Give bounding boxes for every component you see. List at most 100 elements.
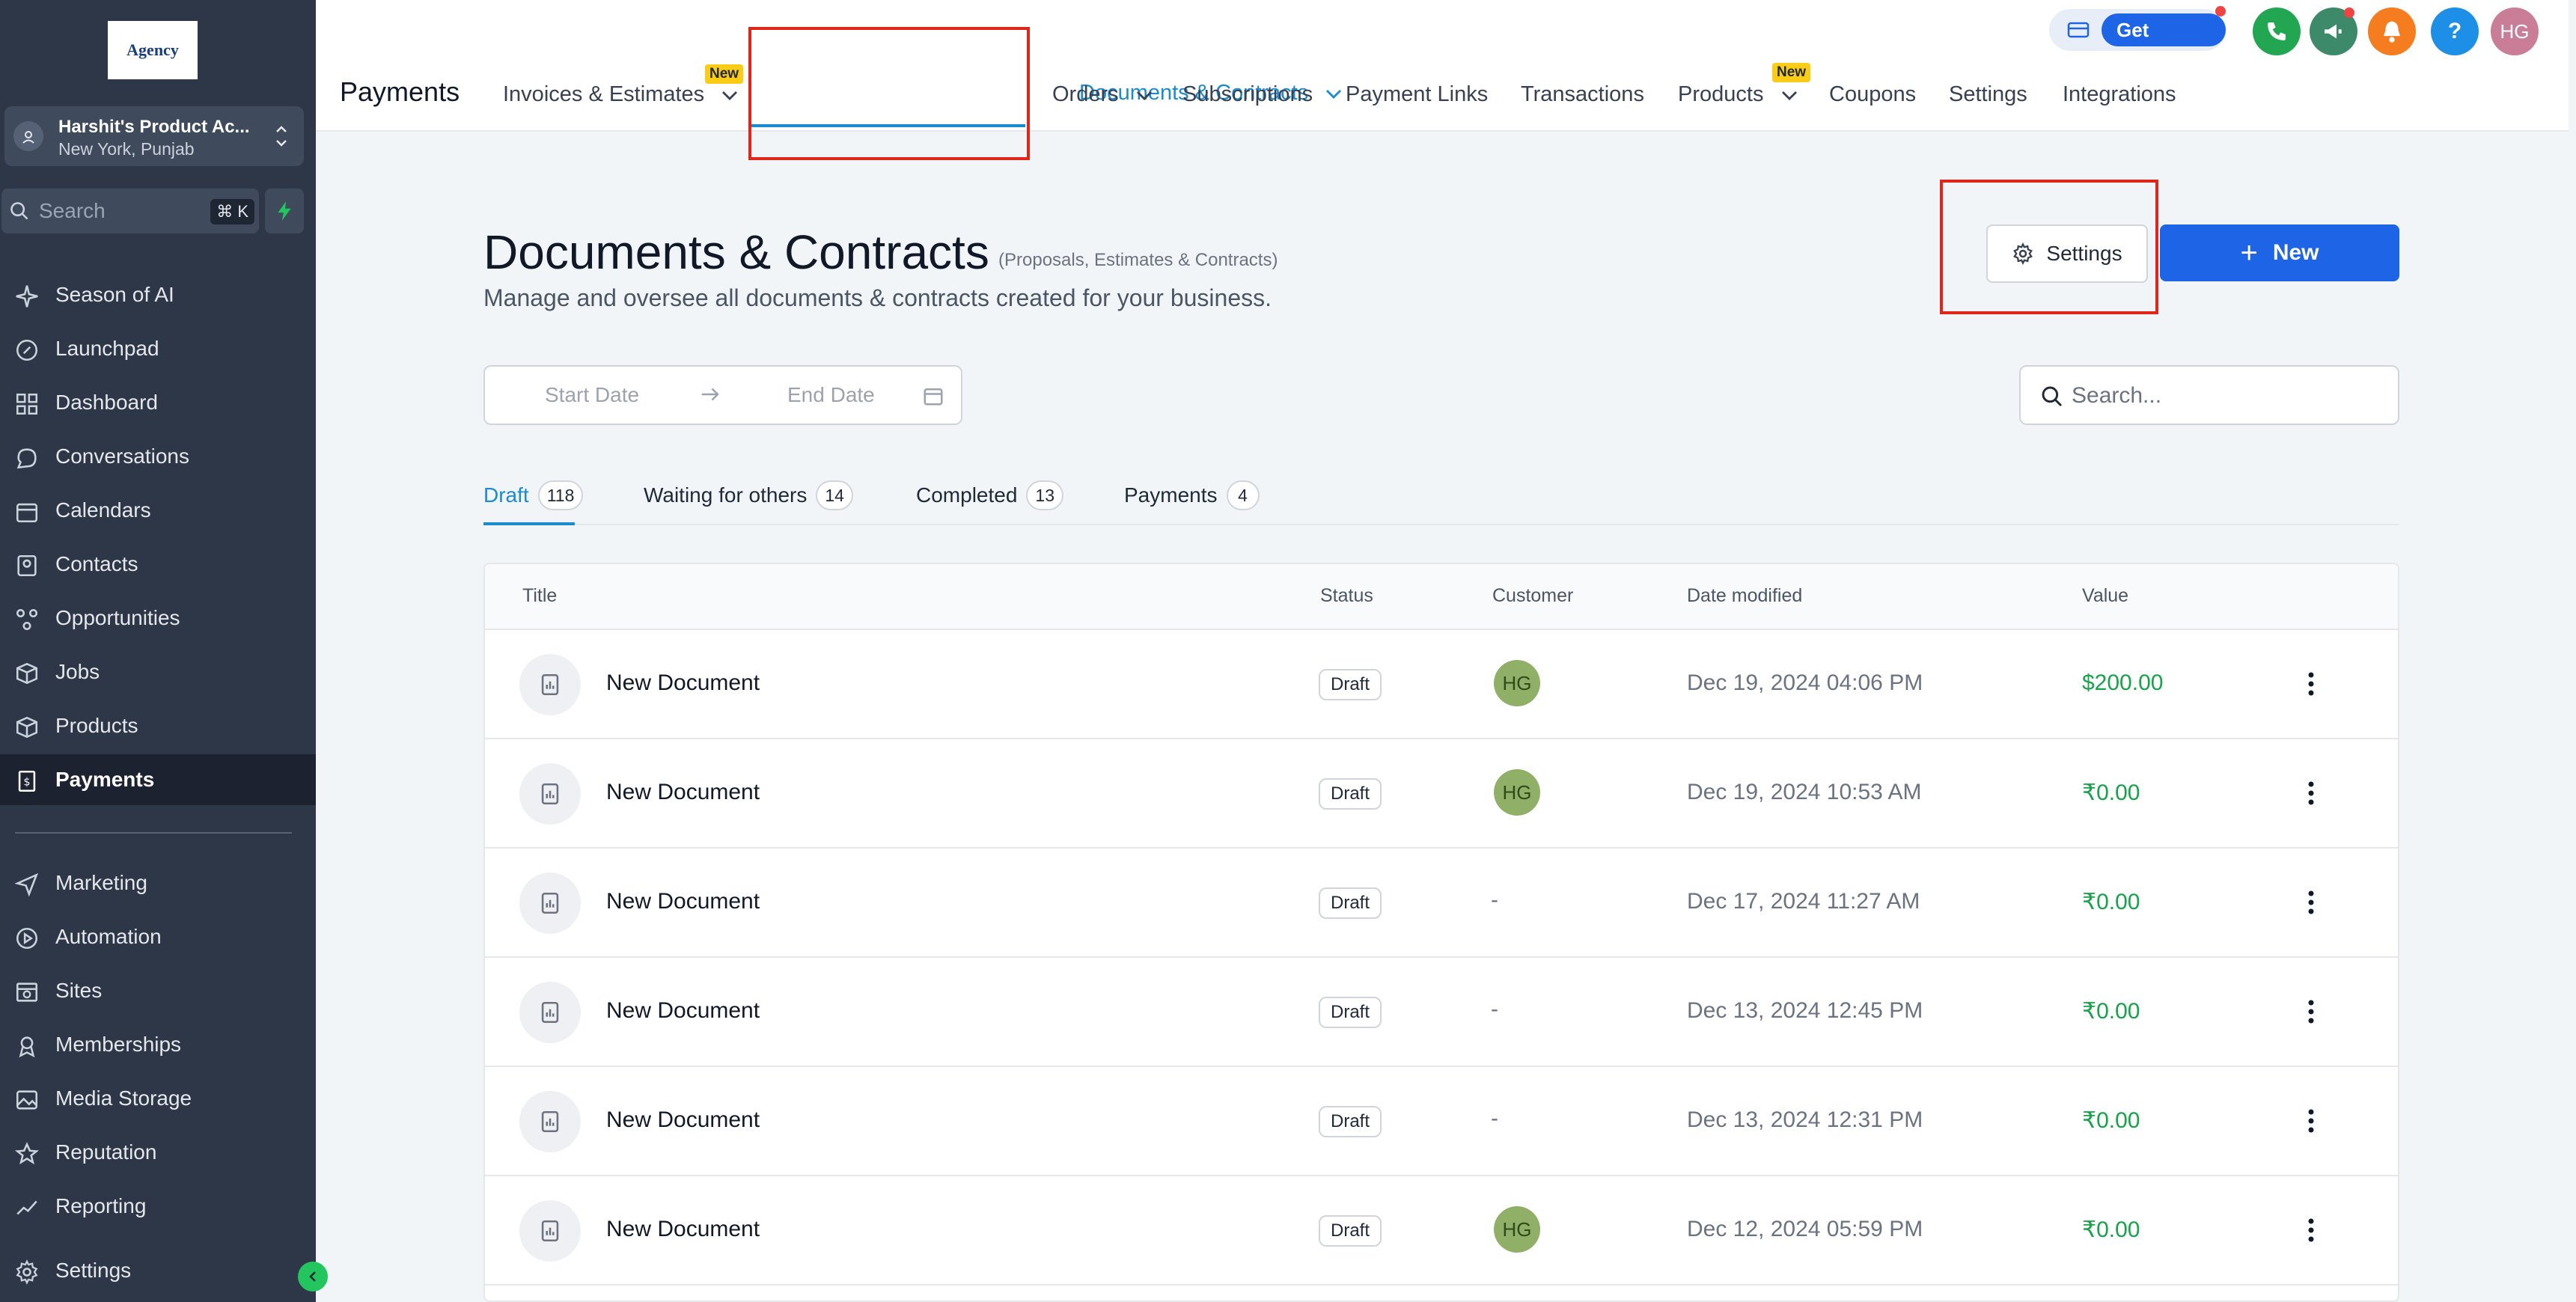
documents-search-input[interactable]: Search...	[2019, 365, 2399, 425]
date-range-picker[interactable]: Start Date End Date	[483, 365, 962, 425]
tab-transactions[interactable]: Transactions	[1521, 82, 1644, 107]
tab-coupons[interactable]: Coupons	[1829, 82, 1916, 107]
chevron-updown-icon	[272, 120, 290, 156]
table-row[interactable]: New Document Draft HG Dec 19, 2024 10:53 AM…	[485, 739, 2398, 849]
sidebar-item-dashboard[interactable]: Dashboard	[0, 377, 316, 428]
sidebar-item-marketing[interactable]: Marketing	[0, 858, 316, 908]
customer-avatar[interactable]: HG	[1494, 769, 1540, 816]
table-row[interactable]: New Document Draft HG Dec 12, 2024 05:59 PM…	[485, 1176, 2398, 1286]
sidebar-item-conversations[interactable]: Conversations	[0, 431, 316, 482]
customer-avatar[interactable]: HG	[1494, 1206, 1540, 1253]
phone-icon	[2268, 22, 2286, 40]
tab-payment-links[interactable]: Payment Links	[1346, 82, 1488, 107]
sidebar-item-label: Reporting	[55, 1194, 147, 1217]
subtab-waiting-for-others[interactable]: Waiting for others 14	[644, 480, 853, 510]
tab-integrations[interactable]: Integrations	[2063, 82, 2176, 107]
sidebar-item-products[interactable]: Products	[0, 700, 316, 751]
more-options-icon[interactable]	[2296, 772, 2326, 814]
table-row[interactable]: New Document Draft - Dec 17, 2024 11:27 AM ₹…	[485, 849, 2398, 958]
subtab-completed[interactable]: Completed 13	[916, 480, 1063, 510]
tab-orders[interactable]: Orders	[1052, 82, 1153, 108]
documents-table: Title Status Customer Date modified Valu…	[483, 563, 2399, 1302]
notification-dot	[2215, 6, 2226, 16]
sidebar-item-launchpad[interactable]: Launchpad	[0, 323, 316, 374]
sidebar-item-jobs[interactable]: Jobs	[0, 647, 316, 697]
agency-logo[interactable]: Agency	[108, 21, 198, 79]
notification-dot	[2344, 7, 2354, 18]
sidebar-item-payments[interactable]: $ Payments	[0, 754, 316, 805]
membership-icon	[13, 1033, 40, 1060]
table-row[interactable]: New Document Draft HG Dec 19, 2024 04:06 PM…	[485, 630, 2398, 739]
sidebar-item-season-of-ai[interactable]: Season of AI	[0, 269, 316, 320]
document-chart-icon	[519, 654, 581, 715]
tab-invoices-estimates[interactable]: Invoices & Estimates	[503, 82, 739, 108]
get-started-button[interactable]: Get Started	[2102, 13, 2226, 74]
table-row[interactable]: New Document Draft - Dec 13, 2024 12:31 PM ₹…	[485, 1067, 2398, 1176]
subtab-draft[interactable]: Draft 118	[483, 480, 584, 510]
tab-products[interactable]: Products	[1678, 82, 1798, 108]
sidebar-item-automation[interactable]: Automation	[0, 911, 316, 962]
document-chart-icon	[519, 982, 581, 1043]
card-icon	[2067, 21, 2090, 43]
sidebar-item-calendars[interactable]: Calendars	[0, 485, 316, 536]
sidebar-item-opportunities[interactable]: Opportunities	[0, 593, 316, 644]
end-date-field[interactable]: End Date	[787, 383, 875, 407]
date-modified: Dec 19, 2024 04:06 PM	[1687, 670, 1923, 695]
top-navigation: Payments Invoices & Estimates New Docume…	[316, 0, 2569, 132]
document-chart-icon	[519, 1091, 581, 1152]
star-icon	[13, 1140, 40, 1167]
document-value: $200.00	[2082, 670, 2164, 695]
account-switcher[interactable]: Harshit's Product Ac... New York, Punjab	[4, 106, 304, 166]
sidebar-item-settings[interactable]: Settings	[0, 1245, 316, 1296]
document-title[interactable]: New Document	[606, 1217, 760, 1242]
document-chart-icon	[519, 872, 581, 934]
settings-button[interactable]: Settings	[1986, 224, 2148, 283]
sidebar-search[interactable]: Search ⌘ K	[1, 189, 259, 233]
sidebar-item-reporting[interactable]: Reporting	[0, 1181, 316, 1232]
more-options-icon[interactable]	[2296, 991, 2326, 1033]
sidebar-item-contacts[interactable]: Contacts	[0, 539, 316, 590]
sidebar-item-label: Sites	[55, 979, 103, 1002]
subtab-count: 14	[816, 480, 853, 510]
sidebar-item-memberships[interactable]: Memberships	[0, 1019, 316, 1070]
subtab-payments[interactable]: Payments 4	[1124, 480, 1260, 510]
more-options-icon[interactable]	[2296, 1100, 2326, 1142]
sidebar-item-reputation[interactable]: Reputation	[0, 1127, 316, 1178]
collapse-sidebar-button[interactable]	[298, 1262, 328, 1292]
tab-subscriptions[interactable]: Subscriptions	[1182, 82, 1313, 107]
announcements-button[interactable]	[2310, 7, 2357, 55]
rocket-icon	[13, 337, 40, 364]
box-icon	[13, 660, 40, 687]
sidebar-item-sites[interactable]: Sites	[0, 965, 316, 1016]
page-title-note: (Proposals, Estimates & Contracts)	[998, 250, 1278, 270]
new-document-button[interactable]: + New	[2160, 224, 2399, 281]
tab-settings[interactable]: Settings	[1949, 82, 2027, 107]
more-options-icon[interactable]	[2296, 663, 2326, 705]
document-title[interactable]: New Document	[606, 670, 760, 696]
table-row[interactable]: New Document Draft - Dec 13, 2024 12:45 PM ₹…	[485, 958, 2398, 1067]
tab-label: Settings	[1949, 82, 2027, 106]
contacts-icon	[13, 552, 40, 579]
start-date-field[interactable]: Start Date	[545, 383, 639, 407]
sidebar-item-media-storage[interactable]: Media Storage	[0, 1073, 316, 1124]
status-badge: Draft	[1319, 669, 1382, 700]
document-value: ₹0.00	[2082, 780, 2140, 805]
customer-avatar[interactable]: HG	[1494, 660, 1540, 706]
sidebar-divider	[15, 832, 292, 834]
document-title[interactable]: New Document	[606, 998, 760, 1024]
notifications-button[interactable]	[2368, 7, 2416, 55]
column-date-modified: Date modified	[1687, 585, 1803, 606]
more-options-icon[interactable]	[2296, 881, 2326, 923]
quick-action-bolt-button[interactable]	[265, 189, 304, 233]
document-title[interactable]: New Document	[606, 889, 760, 914]
phone-button[interactable]	[2253, 7, 2301, 55]
get-started-pill[interactable]: Get Started	[2049, 6, 2226, 74]
help-button[interactable]: ?	[2431, 7, 2479, 55]
status-badge: Draft	[1319, 887, 1382, 919]
more-options-icon[interactable]	[2296, 1209, 2326, 1251]
column-title: Title	[522, 585, 558, 606]
user-avatar[interactable]: HG	[2491, 7, 2539, 55]
document-title[interactable]: New Document	[606, 1107, 760, 1133]
send-icon	[13, 871, 40, 898]
document-title[interactable]: New Document	[606, 780, 760, 805]
